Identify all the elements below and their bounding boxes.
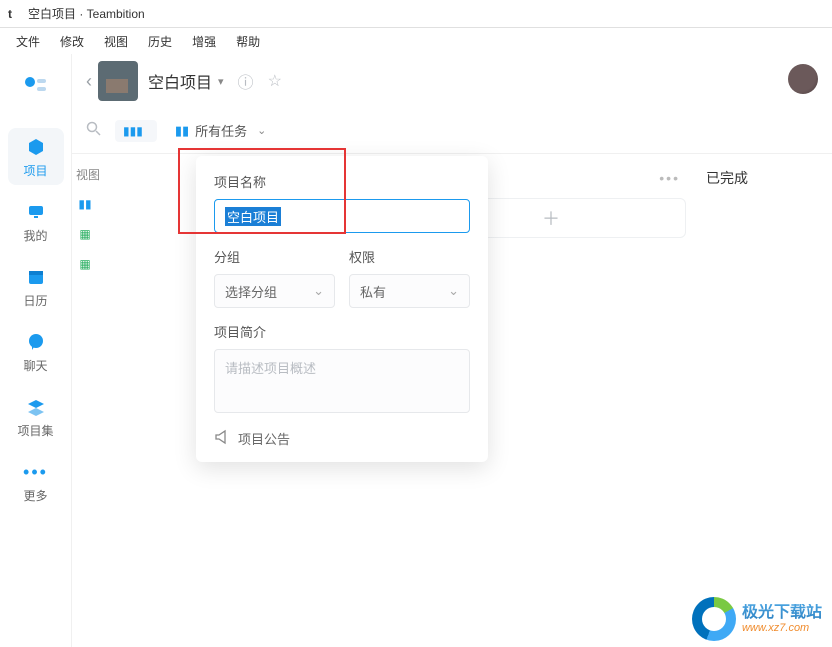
- project-desc-textarea[interactable]: 请描述项目概述: [214, 349, 470, 413]
- chevron-down-icon: ⌄: [257, 124, 266, 137]
- column-done: 已完成: [706, 168, 806, 238]
- star-icon[interactable]: ☆: [268, 71, 282, 91]
- search-icon[interactable]: [86, 121, 101, 140]
- chevron-down-icon: ⌄: [313, 283, 324, 299]
- chevron-down-icon[interactable]: ▾: [218, 75, 224, 88]
- project-name-input[interactable]: 空白项目: [214, 199, 470, 233]
- input-selected-text: 空白项目: [225, 207, 281, 226]
- filter-bars-icon: ▮▮: [175, 123, 189, 139]
- project-thumbnail[interactable]: [98, 61, 138, 101]
- sidebar-item-mine[interactable]: 我的: [8, 193, 64, 250]
- select-value: 私有: [360, 282, 386, 301]
- menu-help[interactable]: 帮助: [226, 31, 270, 52]
- sidebar-item-label: 更多: [23, 487, 47, 504]
- menu-history[interactable]: 历史: [138, 31, 182, 52]
- sidebar-item-projects[interactable]: 项目: [8, 128, 64, 185]
- watermark-text: 极光下载站: [742, 604, 822, 622]
- view-chip[interactable]: ▮▮▮: [115, 120, 157, 142]
- sidebar-item-more[interactable]: ••• 更多: [8, 453, 64, 510]
- field-label-desc: 项目简介: [214, 322, 470, 341]
- dots-icon: •••: [25, 461, 47, 483]
- column-menu-icon[interactable]: •••: [659, 170, 680, 186]
- announcement-label: 项目公告: [238, 429, 290, 448]
- views-panel: 视图 ▮▮ ▦ ▦: [72, 162, 112, 279]
- sidebar-item-projectset[interactable]: 项目集: [8, 388, 64, 445]
- app-logo[interactable]: [16, 68, 56, 108]
- megaphone-icon: [214, 429, 230, 448]
- textarea-placeholder: 请描述项目概述: [225, 361, 316, 376]
- monitor-icon: [25, 201, 47, 223]
- sidebar-item-chat[interactable]: 聊天: [8, 323, 64, 380]
- app-icon: t: [8, 7, 22, 21]
- layers-icon: [25, 396, 47, 418]
- board-view-icon: ▮▮▮: [123, 124, 143, 138]
- view-row-board[interactable]: ▮▮: [72, 189, 112, 219]
- sidebar-item-label: 项目集: [17, 422, 53, 439]
- watermark: 极光下载站 www.xz7.com: [692, 597, 822, 641]
- back-icon[interactable]: ‹: [86, 71, 92, 92]
- filter-all-tasks[interactable]: ▮▮ 所有任务 ⌄: [175, 121, 267, 140]
- field-label-group: 分组: [214, 247, 335, 266]
- window-titlebar: t 空白项目 · Teambition: [0, 0, 832, 28]
- content-area: ‹ 空白项目 ▾ ⓘ ☆ ▮▮▮ ▮▮ 所有任务 ⌄ 视图: [72, 54, 832, 647]
- info-icon[interactable]: ⓘ: [238, 69, 254, 93]
- filter-label: 所有任务: [195, 121, 247, 140]
- column-title: 已完成: [706, 168, 748, 188]
- toolbar: ▮▮▮ ▮▮ 所有任务 ⌄: [72, 108, 832, 154]
- select-placeholder: 选择分组: [225, 282, 277, 301]
- sidebar-item-label: 项目: [23, 162, 47, 179]
- sidebar-item-label: 聊天: [23, 357, 47, 374]
- table-icon: ▦: [76, 255, 94, 273]
- board-icon: ▮▮: [76, 195, 94, 213]
- field-label-name: 项目名称: [214, 172, 470, 191]
- permission-select[interactable]: 私有 ⌄: [349, 274, 470, 308]
- window-title: 空白项目 · Teambition: [28, 5, 145, 22]
- menu-bar: 文件 修改 视图 历史 增强 帮助: [0, 28, 832, 54]
- watermark-url: www.xz7.com: [742, 622, 822, 634]
- menu-enhance[interactable]: 增强: [182, 31, 226, 52]
- project-settings-popover: 项目名称 空白项目 分组 选择分组 ⌄ 权限 私有 ⌄: [196, 156, 488, 462]
- sidebar-item-label: 日历: [23, 292, 47, 309]
- menu-view[interactable]: 视图: [94, 31, 138, 52]
- watermark-logo: [692, 597, 736, 641]
- table-icon: ▦: [76, 225, 94, 243]
- project-header: ‹ 空白项目 ▾ ⓘ ☆: [72, 54, 832, 108]
- field-label-permission: 权限: [349, 247, 470, 266]
- view-row-table1[interactable]: ▦: [72, 219, 112, 249]
- chat-icon: [25, 331, 47, 353]
- user-avatar[interactable]: [788, 64, 818, 94]
- view-row-table2[interactable]: ▦: [72, 249, 112, 279]
- sidebar-item-label: 我的: [23, 227, 47, 244]
- project-title[interactable]: 空白项目: [148, 69, 212, 93]
- menu-edit[interactable]: 修改: [50, 31, 94, 52]
- calendar-icon: [25, 266, 47, 288]
- cube-icon: [25, 136, 47, 158]
- sidebar-item-calendar[interactable]: 日历: [8, 258, 64, 315]
- chevron-down-icon: ⌄: [448, 283, 459, 299]
- left-sidebar: 项目 我的 日历 聊天 项目集 ••• 更多: [0, 54, 72, 647]
- views-heading: 视图: [72, 162, 112, 189]
- project-announcement-link[interactable]: 项目公告: [214, 429, 470, 448]
- group-select[interactable]: 选择分组 ⌄: [214, 274, 335, 308]
- menu-file[interactable]: 文件: [6, 31, 50, 52]
